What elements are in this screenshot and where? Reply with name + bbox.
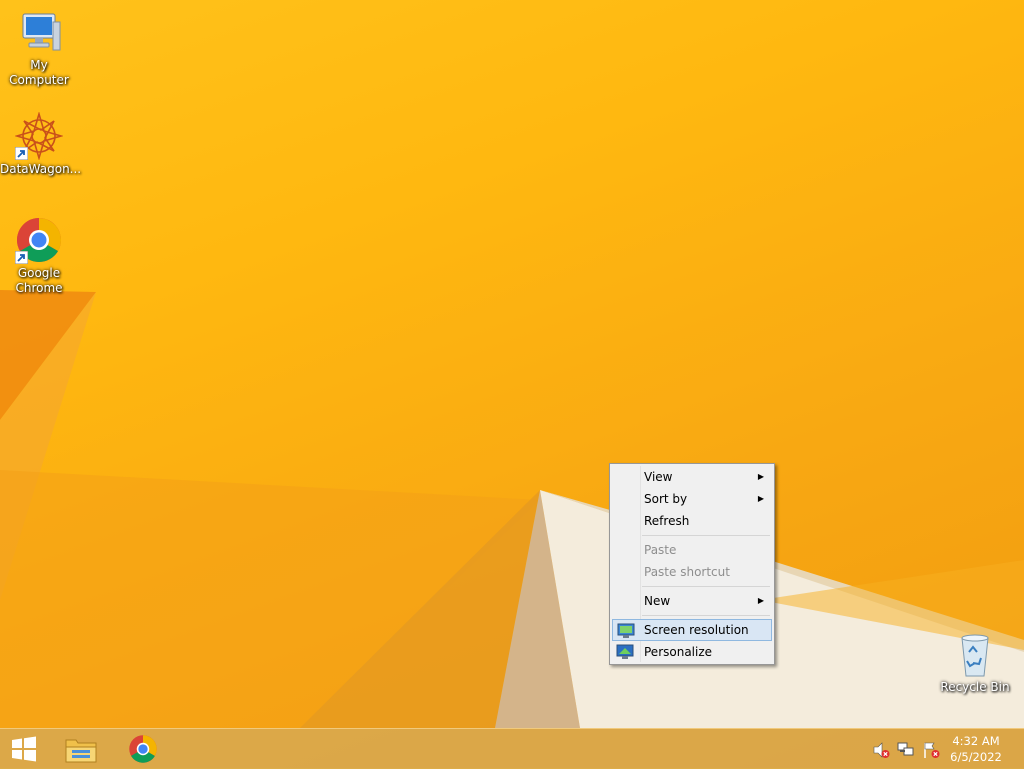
wallpaper xyxy=(0,290,1024,728)
menu-item-view[interactable]: View ▶ xyxy=(612,466,772,488)
menu-item-label: Paste shortcut xyxy=(644,565,730,579)
clock-date: 6/5/2022 xyxy=(950,750,1002,764)
chrome-taskbar-button[interactable] xyxy=(117,729,169,769)
chrome-icon xyxy=(15,216,63,264)
personalize-icon xyxy=(616,644,634,659)
my-computer-desktop-icon[interactable]: My Computer xyxy=(0,8,78,88)
menu-item-personalize[interactable]: Personalize xyxy=(612,641,772,663)
menu-item-new[interactable]: New ▶ xyxy=(612,590,772,612)
menu-item-paste[interactable]: Paste xyxy=(612,539,772,561)
google-chrome-label-line2: Chrome xyxy=(15,281,63,295)
menu-item-screen-resolution[interactable]: Screen resolution xyxy=(612,619,772,641)
menu-separator xyxy=(642,535,770,536)
menu-item-paste-shortcut[interactable]: Paste shortcut xyxy=(612,561,772,583)
menu-item-label: View xyxy=(644,470,673,484)
submenu-arrow-icon: ▶ xyxy=(757,472,764,481)
action-center-icon[interactable] xyxy=(922,741,940,759)
my-computer-label: My Computer xyxy=(9,58,69,87)
recycle-bin-icon xyxy=(951,630,999,678)
submenu-arrow-icon: ▶ xyxy=(757,494,764,503)
shortcut-arrow-icon xyxy=(15,251,28,264)
file-explorer-icon xyxy=(65,739,97,763)
datawagon-desktop-icon[interactable]: DataWagon... xyxy=(0,111,82,177)
google-chrome-label-line1: Google xyxy=(17,266,61,280)
menu-item-label: Paste xyxy=(644,543,677,557)
network-icon[interactable] xyxy=(897,741,915,759)
menu-item-label: Sort by xyxy=(644,492,688,506)
computer-icon xyxy=(15,8,63,56)
shortcut-arrow-icon xyxy=(15,147,28,160)
menu-item-sort-by[interactable]: Sort by ▶ xyxy=(612,488,772,510)
recycle-bin-label: Recycle Bin xyxy=(940,680,1010,694)
menu-item-label: Personalize xyxy=(644,645,713,659)
menu-item-label: Screen resolution xyxy=(644,623,749,637)
recycle-bin-desktop-icon[interactable]: Recycle Bin xyxy=(936,630,1014,695)
start-button[interactable] xyxy=(0,729,48,769)
menu-separator xyxy=(642,586,770,587)
submenu-arrow-icon: ▶ xyxy=(757,596,764,605)
taskbar: 4:32 AM 6/5/2022 xyxy=(0,728,1024,769)
menu-item-label: Refresh xyxy=(644,514,690,528)
menu-item-label: New xyxy=(644,594,671,608)
menu-item-refresh[interactable]: Refresh xyxy=(612,510,772,532)
google-chrome-desktop-icon[interactable]: Google Chrome xyxy=(0,216,78,296)
menu-separator xyxy=(642,615,770,616)
chrome-icon xyxy=(129,735,157,763)
start-icon xyxy=(12,736,36,762)
clock-time: 4:32 AM xyxy=(952,734,1000,748)
screen-resolution-icon xyxy=(617,623,635,638)
volume-muted-icon[interactable] xyxy=(872,741,890,759)
datawagon-icon xyxy=(14,111,64,161)
desktop-context-menu: View ▶ Sort by ▶ Refresh Paste Paste sho… xyxy=(609,463,775,665)
file-explorer-taskbar-button[interactable] xyxy=(55,729,107,769)
datawagon-label: DataWagon... xyxy=(0,162,82,176)
taskbar-clock[interactable]: 4:32 AM 6/5/2022 xyxy=(946,733,1006,765)
